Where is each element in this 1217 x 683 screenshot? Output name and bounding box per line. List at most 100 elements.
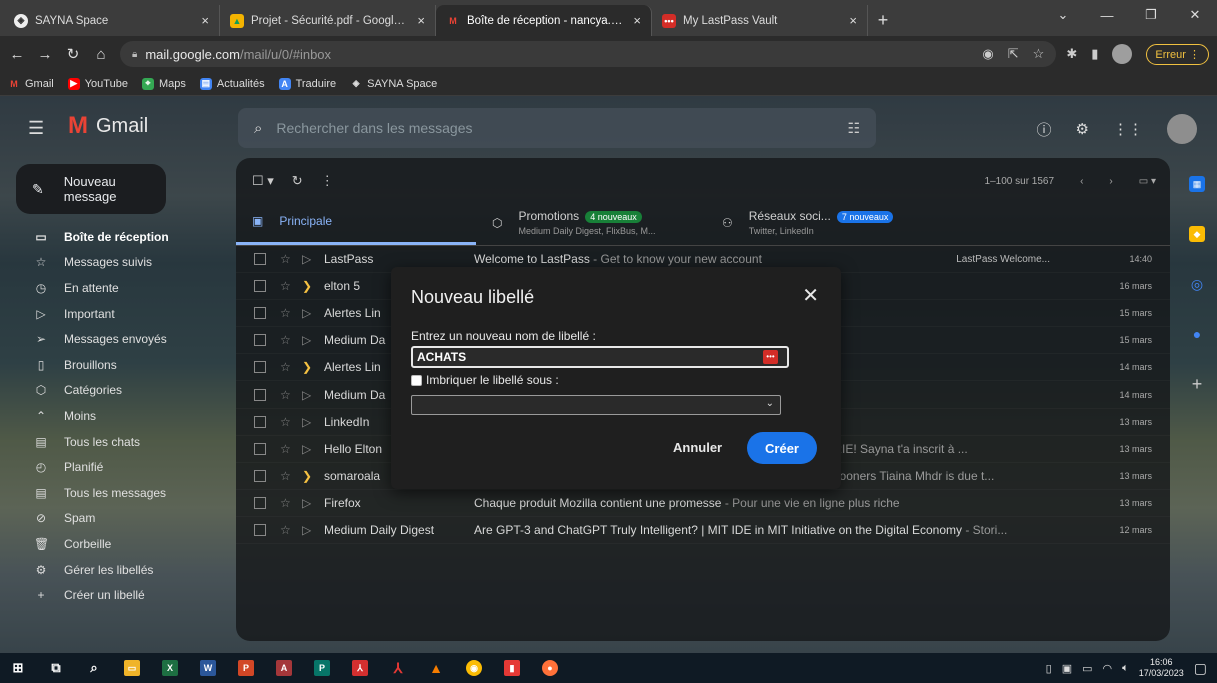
search-icon[interactable]: ⌕: [86, 660, 102, 676]
close-tab-icon[interactable]: ×: [633, 13, 641, 28]
close-tab-icon[interactable]: ×: [849, 13, 857, 28]
new-tab-button[interactable]: +: [868, 5, 898, 36]
sidebar-item-7[interactable]: ⌃ Moins: [0, 403, 230, 429]
label-name-input[interactable]: [411, 346, 789, 368]
close-tab-icon[interactable]: ×: [417, 13, 425, 28]
windows-start-icon[interactable]: ⊞: [10, 660, 26, 676]
important-marker-icon[interactable]: ❯: [302, 279, 314, 293]
bookmark-maps[interactable]: ⌖ Maps: [141, 77, 186, 90]
task-view-icon[interactable]: ⧉: [48, 660, 64, 676]
minimize-icon[interactable]: —: [1085, 0, 1129, 30]
select-all-checkbox[interactable]: ☐ ▾: [252, 173, 274, 189]
important-marker-icon[interactable]: ▷: [302, 252, 314, 266]
important-marker-icon[interactable]: ▷: [302, 496, 314, 510]
star-icon[interactable]: ☆: [280, 388, 292, 402]
sidebar-item-5[interactable]: ▯ Brouillons: [0, 352, 230, 378]
tab-sayna[interactable]: ◈ SAYNA Space ×: [4, 5, 220, 36]
add-addon-icon[interactable]: +: [1189, 375, 1205, 393]
star-icon[interactable]: ☆: [280, 442, 292, 456]
star-icon[interactable]: ☆: [280, 415, 292, 429]
search-icon[interactable]: ⌕: [254, 120, 262, 137]
important-marker-icon[interactable]: ▷: [302, 306, 314, 320]
tab-social[interactable]: ⚇ Réseaux soci... 7 nouveaux Twitter, Lin…: [706, 200, 946, 245]
sidebar-item-13[interactable]: ⚙ Gérer les libellés: [0, 557, 230, 583]
help-icon[interactable]: ⓘ: [1037, 119, 1052, 140]
tray-icon[interactable]: ▣: [1062, 662, 1072, 675]
prev-page-icon[interactable]: ‹: [1080, 176, 1083, 187]
acrobat-reader-icon[interactable]: ⅄: [390, 660, 406, 676]
bookmark-sayna[interactable]: ◈ SAYNA Space: [350, 78, 438, 90]
sidebar-item-10[interactable]: ▤ Tous les messages: [0, 480, 230, 506]
compose-button[interactable]: ✎ Nouveau message: [16, 164, 166, 214]
star-icon[interactable]: ☆: [280, 333, 292, 347]
publisher-icon[interactable]: P: [314, 660, 330, 676]
gmail-logo[interactable]: M Gmail: [68, 112, 148, 140]
star-icon[interactable]: ☆: [280, 523, 292, 537]
bookmark-star-icon[interactable]: ☆: [1033, 46, 1045, 62]
tab-promotions[interactable]: ⬡ Promotions 4 nouveaux Medium Daily Dige…: [476, 200, 706, 245]
row-checkbox[interactable]: [254, 442, 266, 455]
star-icon[interactable]: ☆: [280, 360, 292, 374]
sidebar-item-3[interactable]: ▷ Important: [0, 301, 230, 327]
tasks-icon[interactable]: ◎: [1189, 276, 1205, 292]
important-marker-icon[interactable]: ▷: [302, 523, 314, 537]
important-marker-icon[interactable]: ▷: [302, 388, 314, 402]
notifications-icon[interactable]: ▢: [1194, 660, 1207, 677]
tab-search-icon[interactable]: ⌄: [1041, 0, 1085, 30]
contacts-icon[interactable]: ●: [1189, 326, 1205, 342]
tab-drive[interactable]: ▲ Projet - Sécurité.pdf - Google Dri ×: [220, 5, 436, 36]
reload-icon[interactable]: ↻: [64, 45, 82, 63]
keep-icon[interactable]: ◆: [1189, 226, 1205, 242]
tray-icon[interactable]: ▭: [1082, 662, 1092, 675]
access-icon[interactable]: A: [276, 660, 292, 676]
row-checkbox[interactable]: [254, 469, 266, 482]
firefox-icon[interactable]: ●: [542, 660, 558, 676]
bookmark-actualites[interactable]: ▤ Actualités: [199, 77, 265, 90]
nest-checkbox[interactable]: [411, 374, 422, 386]
bookmark-youtube[interactable]: ▶ YouTube: [67, 77, 128, 90]
calendar-icon[interactable]: ▦: [1189, 176, 1205, 192]
vlc-icon[interactable]: ▲: [428, 660, 444, 676]
profile-avatar[interactable]: [1112, 44, 1133, 64]
tray-icon[interactable]: ▯: [1046, 662, 1052, 675]
more-icon[interactable]: ⋮: [321, 173, 334, 189]
sidebar-item-0[interactable]: ▭ Boîte de réception: [0, 224, 230, 250]
email-row[interactable]: ☆ ▷ Medium Daily Digest Are GPT-3 and ChatG…: [236, 517, 1170, 544]
row-checkbox[interactable]: [254, 415, 266, 428]
sidebar-item-2[interactable]: ◷ En attente: [0, 275, 230, 301]
error-button[interactable]: Erreur ⋮: [1146, 43, 1209, 65]
important-marker-icon[interactable]: ▷: [302, 333, 314, 347]
parent-label-select[interactable]: ⌄: [411, 395, 781, 415]
lastpass-field-icon[interactable]: •••: [763, 350, 778, 364]
important-marker-icon[interactable]: ❯: [302, 360, 314, 374]
create-button[interactable]: Créer: [747, 432, 817, 464]
star-icon[interactable]: ☆: [280, 496, 292, 510]
star-icon[interactable]: ☆: [280, 279, 292, 293]
row-checkbox[interactable]: [254, 334, 266, 347]
restore-icon[interactable]: ❐: [1129, 0, 1173, 30]
network-icon[interactable]: ◠: [1103, 662, 1113, 675]
word-icon[interactable]: W: [200, 660, 216, 676]
tab-gmail[interactable]: M Boîte de réception - nancya.mari ×: [436, 5, 652, 36]
url-input[interactable]: 🔒︎ mail.google.com/mail/u/0/#inbox ◉ ⇱ ☆: [120, 41, 1057, 67]
row-checkbox[interactable]: [254, 307, 266, 320]
acrobat-icon[interactable]: ⅄: [352, 660, 368, 676]
view-icon[interactable]: ◉: [982, 46, 993, 62]
row-checkbox[interactable]: [254, 253, 266, 266]
tab-principal[interactable]: ▣ Principale: [236, 200, 476, 245]
home-icon[interactable]: ⌂: [92, 46, 110, 63]
extensions-icon[interactable]: ✱: [1066, 46, 1077, 62]
settings-gear-icon[interactable]: ⚙: [1076, 120, 1089, 138]
refresh-icon[interactable]: ↻: [292, 173, 303, 189]
account-avatar[interactable]: [1167, 114, 1197, 144]
sidebar-item-1[interactable]: ☆ Messages suivis: [0, 250, 230, 276]
clock[interactable]: 16:06 17/03/2023: [1139, 657, 1184, 679]
next-page-icon[interactable]: ›: [1109, 176, 1112, 187]
sidebar-item-9[interactable]: ◴ Planifié: [0, 454, 230, 480]
star-icon[interactable]: ☆: [280, 306, 292, 320]
tab-lastpass[interactable]: ••• My LastPass Vault ×: [652, 5, 868, 36]
sidebar-item-14[interactable]: + Créer un libellé: [0, 582, 230, 608]
search-bar[interactable]: ⌕ Rechercher dans les messages ☷: [238, 108, 876, 148]
main-menu-icon[interactable]: ☰: [28, 118, 44, 139]
chrome-icon[interactable]: ◉: [466, 660, 482, 676]
